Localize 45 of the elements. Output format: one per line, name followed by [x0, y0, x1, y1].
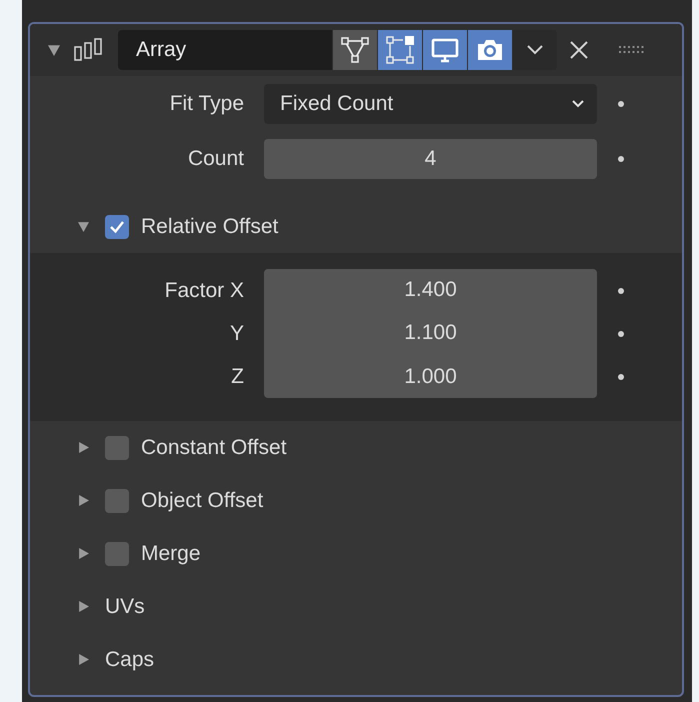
drag-handle-icon[interactable]: [619, 46, 645, 54]
section-label[interactable]: UVs: [105, 594, 145, 618]
keyframe-dot-icon[interactable]: [618, 156, 624, 162]
name-field[interactable]: Array: [118, 30, 332, 70]
checkbox[interactable]: [105, 436, 129, 460]
field-label: Factor X: [164, 278, 245, 302]
keyframe-dot-icon[interactable]: [618, 330, 624, 336]
viewport-toggle[interactable]: [422, 30, 467, 70]
caret-icon: [571, 98, 585, 108]
checkbox[interactable]: [105, 214, 129, 238]
field-label: Y: [228, 322, 245, 346]
field-label: Fit Type: [168, 92, 245, 116]
keyframe-dot-icon[interactable]: [618, 374, 624, 380]
section-label[interactable]: Constant Offset: [141, 436, 287, 460]
field-label: Z: [230, 364, 245, 388]
number-field[interactable]: 1.400: [264, 268, 597, 312]
expanded-arrow-icon[interactable]: [78, 221, 89, 232]
checkbox[interactable]: [105, 542, 129, 566]
edit-mode-toggle[interactable]: [332, 30, 377, 70]
cage-toggle[interactable]: [377, 30, 422, 70]
collapsed-arrow-icon[interactable]: [78, 548, 89, 559]
collapsed-arrow-icon[interactable]: [78, 442, 89, 453]
number-field[interactable]: 1.000: [264, 355, 597, 398]
number-field[interactable]: 4: [264, 138, 597, 178]
collapsed-arrow-icon[interactable]: [78, 601, 89, 612]
array-icon: [74, 38, 104, 62]
fit-type-dropdown[interactable]: Fixed Count: [264, 84, 597, 124]
checkbox[interactable]: [105, 488, 129, 512]
close-icon[interactable]: [569, 40, 589, 60]
section-label[interactable]: Caps: [105, 648, 154, 672]
field-label: Count: [186, 146, 245, 170]
render-toggle[interactable]: [467, 30, 512, 70]
collapsed-arrow-icon[interactable]: [78, 495, 89, 506]
monitor-icon: [430, 36, 460, 64]
collapse-arrow-icon[interactable]: [48, 44, 60, 56]
vertex-triangle-icon: [340, 36, 370, 64]
section-label[interactable]: Object Offset: [141, 488, 264, 512]
collapsed-arrow-icon[interactable]: [78, 654, 89, 665]
keyframe-dot-icon[interactable]: [618, 288, 624, 294]
caret-icon: [525, 43, 545, 57]
vertex-square-icon: [385, 36, 415, 64]
number-field[interactable]: 1.100: [264, 312, 597, 356]
keyframe-dot-icon[interactable]: [618, 100, 624, 106]
section-label[interactable]: Relative Offset: [141, 214, 278, 238]
section-label[interactable]: Merge: [141, 542, 201, 566]
